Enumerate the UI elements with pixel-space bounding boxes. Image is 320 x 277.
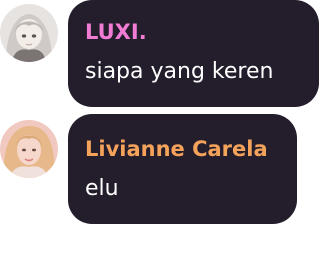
photo-portrait-avatar-icon bbox=[0, 120, 58, 178]
message-text: siapa yang keren bbox=[85, 59, 274, 84]
anime-girl-avatar-icon bbox=[0, 4, 58, 62]
message-text: elu bbox=[85, 176, 119, 201]
message-bubble: Livianne Carela elu bbox=[68, 114, 297, 224]
chat-message: Livianne Carela elu bbox=[0, 112, 320, 227]
avatar[interactable] bbox=[0, 4, 58, 62]
message-bubble: LUXI. siapa yang keren bbox=[68, 0, 319, 107]
chat-message: LUXI. siapa yang keren bbox=[0, 0, 320, 110]
avatar[interactable] bbox=[0, 120, 58, 178]
author-name[interactable]: LUXI. bbox=[85, 19, 147, 45]
author-name[interactable]: Livianne Carela bbox=[85, 136, 268, 162]
